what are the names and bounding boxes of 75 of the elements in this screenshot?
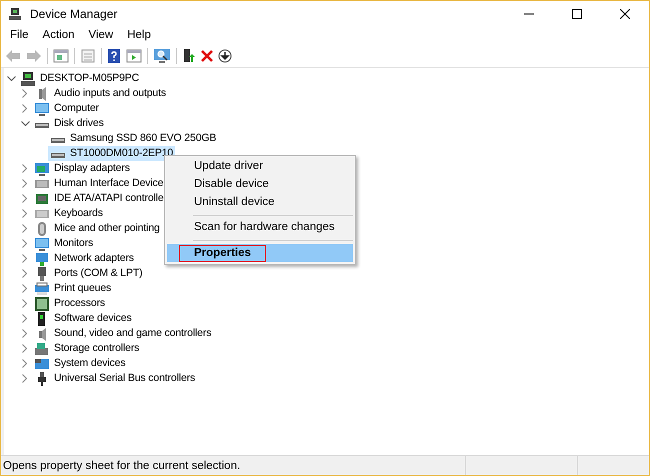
expand-chevron-icon[interactable] bbox=[22, 254, 28, 263]
expand-chevron-icon[interactable] bbox=[22, 179, 28, 188]
menu-item[interactable]: File bbox=[3, 26, 36, 44]
window-icon[interactable] bbox=[53, 48, 69, 62]
tree-item[interactable]: Network adapters bbox=[32, 251, 136, 266]
collapse-chevron-icon[interactable] bbox=[20, 120, 30, 126]
tree-item[interactable]: System devices bbox=[32, 356, 128, 371]
menu-item[interactable]: Help bbox=[120, 26, 158, 44]
tree-item[interactable]: Sound, video and game controllers bbox=[32, 326, 214, 341]
tree-item[interactable]: Samsung SSD 860 EVO 250GB bbox=[48, 131, 218, 146]
device-icon bbox=[34, 100, 50, 116]
expand-chevron-icon[interactable] bbox=[22, 104, 28, 113]
tree-item[interactable]: Processors bbox=[32, 296, 108, 311]
expand-chevron-icon[interactable] bbox=[22, 239, 28, 248]
tree-item[interactable]: Software devices bbox=[32, 311, 134, 326]
maximize-icon[interactable] bbox=[572, 9, 582, 19]
tree-item[interactable]: Print queues bbox=[32, 281, 114, 296]
help-icon[interactable] bbox=[107, 48, 121, 64]
tree-item[interactable]: IDE ATA/ATAPI controlle bbox=[32, 191, 166, 206]
expand-chevron-icon[interactable] bbox=[22, 374, 28, 383]
menu-item[interactable]: Scan for hardware changes bbox=[167, 219, 353, 237]
tree-item[interactable]: Universal Serial Bus controllers bbox=[32, 371, 198, 386]
tree-item[interactable]: Human Interface Device bbox=[32, 176, 166, 191]
menu-item[interactable]: View bbox=[82, 26, 120, 44]
menu-item[interactable]: Properties bbox=[167, 244, 353, 262]
close-icon[interactable] bbox=[620, 9, 630, 19]
drive-icon bbox=[50, 138, 66, 142]
menu-item[interactable]: Uninstall device bbox=[167, 194, 353, 212]
tree-item[interactable]: Computer bbox=[32, 101, 101, 116]
device-icon bbox=[34, 296, 50, 312]
tree-item[interactable]: Keyboards bbox=[32, 206, 105, 221]
expand-chevron-icon[interactable] bbox=[22, 269, 28, 278]
tree-item[interactable]: Ports (COM & LPT) bbox=[32, 266, 144, 281]
expand-chevron-icon[interactable] bbox=[22, 359, 28, 368]
device-icon bbox=[34, 236, 50, 252]
remove-icon[interactable] bbox=[201, 50, 213, 62]
expand-chevron-icon[interactable] bbox=[22, 284, 28, 293]
list-window-icon[interactable] bbox=[80, 48, 96, 62]
expand-chevron-icon[interactable] bbox=[22, 194, 28, 203]
tree-item[interactable]: Audio inputs and outputs bbox=[32, 86, 168, 101]
window-title: Device Manager bbox=[30, 6, 118, 23]
drive-icon bbox=[50, 152, 66, 158]
tree-item[interactable]: Monitors bbox=[32, 236, 96, 251]
tree-item[interactable]: ST1000DM010-2EP10 bbox=[48, 146, 176, 161]
expand-chevron-icon[interactable] bbox=[22, 329, 28, 338]
menu-item[interactable]: Disable device bbox=[167, 176, 353, 194]
device-icon bbox=[34, 250, 50, 266]
menu-item[interactable]: Update driver bbox=[167, 158, 353, 176]
drive-icon bbox=[34, 122, 50, 128]
expand-chevron-icon[interactable] bbox=[22, 344, 28, 353]
device-icon bbox=[34, 160, 50, 176]
run-window-icon[interactable] bbox=[126, 48, 142, 62]
tree-item[interactable]: DESKTOP-M05P9PC bbox=[18, 71, 142, 86]
download-icon[interactable] bbox=[218, 48, 232, 62]
tree-item[interactable]: Mice and other pointing bbox=[32, 221, 162, 236]
expand-chevron-icon[interactable] bbox=[22, 164, 28, 173]
forward-arrow-icon[interactable] bbox=[26, 48, 42, 62]
device-icon bbox=[34, 280, 50, 296]
collapse-chevron-icon[interactable] bbox=[6, 76, 16, 82]
app-icon bbox=[8, 7, 22, 21]
back-arrow-icon[interactable] bbox=[5, 48, 21, 62]
device-icon bbox=[34, 340, 50, 356]
expand-chevron-icon[interactable] bbox=[22, 89, 28, 98]
device-update-icon[interactable] bbox=[182, 48, 196, 64]
menu-item[interactable]: Action bbox=[36, 26, 82, 44]
expand-chevron-icon[interactable] bbox=[22, 209, 28, 218]
tree-item[interactable]: Storage controllers bbox=[32, 341, 142, 356]
device-icon bbox=[20, 70, 36, 86]
status-text: Opens property sheet for the current selection. bbox=[2, 459, 242, 474]
monitor-search-icon[interactable] bbox=[153, 48, 171, 64]
tree-item[interactable]: Display adapters bbox=[32, 161, 132, 176]
expand-chevron-icon[interactable] bbox=[22, 299, 28, 308]
tree-item[interactable]: Disk drives bbox=[32, 116, 106, 131]
expand-chevron-icon[interactable] bbox=[22, 314, 28, 323]
expand-chevron-icon[interactable] bbox=[22, 224, 28, 233]
